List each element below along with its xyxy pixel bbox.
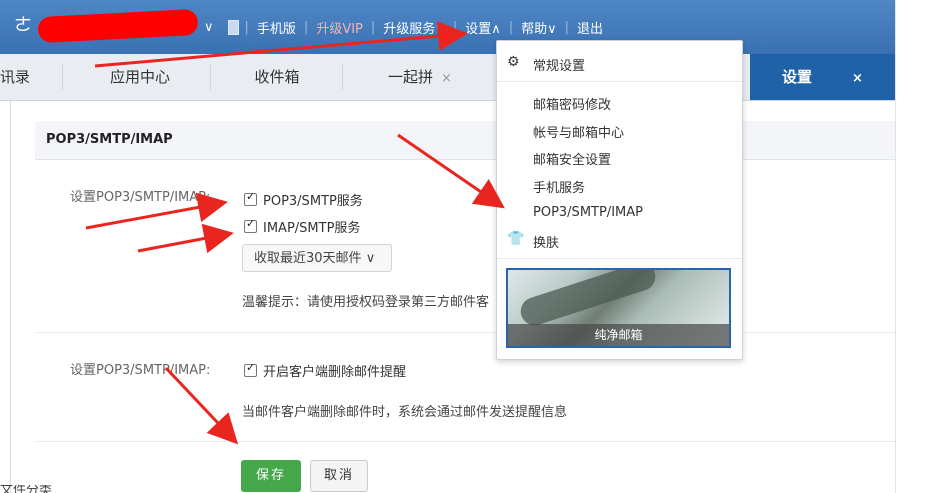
arrow-to-pop3-checkbox [85, 192, 228, 230]
annotation-arrows [85, 21, 505, 445]
arrow-to-pop3-menu [397, 133, 505, 209]
arrow-to-settings [94, 21, 468, 68]
arrow-to-imap-checkbox [137, 223, 234, 254]
arrow-to-save [164, 366, 239, 445]
